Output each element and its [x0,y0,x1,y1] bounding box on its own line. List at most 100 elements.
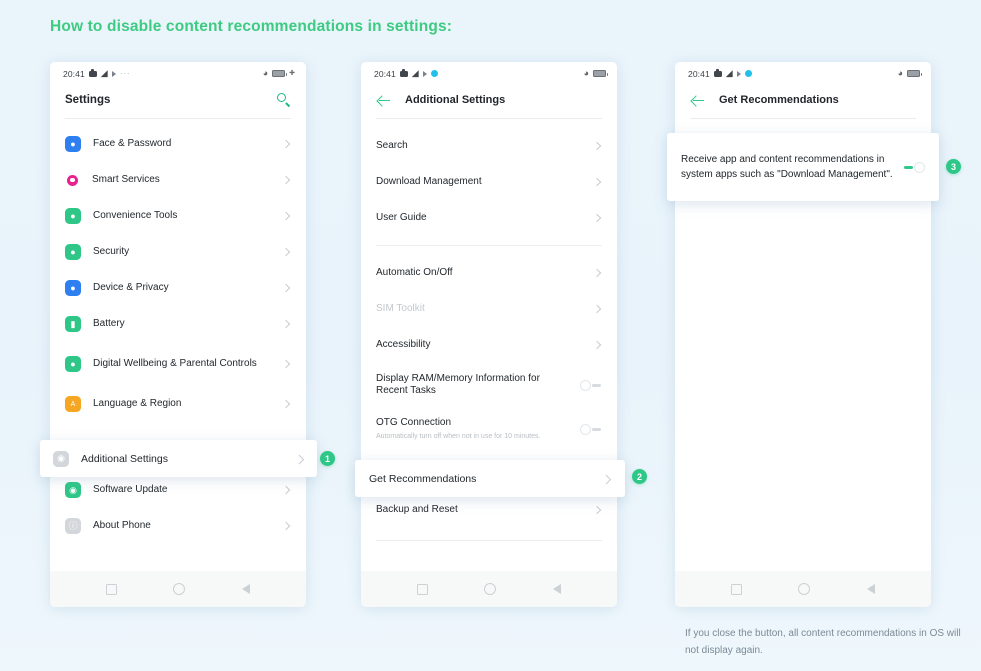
notification-dot-icon [430,70,438,77]
chevron-right-icon [282,140,291,149]
highlight-recommendations-description[interactable]: Receive app and content recommendations … [667,133,939,201]
settings-row-smart-services[interactable]: Smart Services [50,162,306,198]
app-bar-additional-settings: Additional Settings [361,82,617,118]
vibrate-icon: ◕ [262,68,269,78]
home-circle-icon[interactable] [798,583,811,595]
get-recommendations-toggle[interactable] [903,161,925,173]
chevron-right-icon [593,214,602,223]
settings-row-digital-wellbeing[interactable]: ● Digital Wellbeing & Parental Controls [50,342,306,386]
chevron-right-icon [282,522,291,531]
status-bar-clock: 20:41 [688,68,710,79]
page-title: How to disable content recommendations i… [50,18,453,35]
digital-wellbeing-icon: ● [65,356,81,372]
chevron-right-icon [282,212,291,221]
chevron-right-icon [593,269,602,278]
row-backup-and-reset[interactable]: Backup and Reset [361,492,617,528]
row-label: Search [376,139,408,151]
chevron-right-icon [282,400,291,409]
face-password-icon: ● [65,136,81,152]
chevron-right-icon [282,248,291,257]
status-bar: 20:41 ◢ ◕ [675,62,931,82]
step-badge-3: 3 [946,159,961,174]
row-label: About Phone [93,519,151,531]
vibrate-icon: ◕ [583,68,589,78]
row-download-management[interactable]: Download Management [361,164,617,200]
row-label: Automatic On/Off [376,266,453,278]
status-bar-clock: 20:41 [63,68,85,79]
chevron-right-icon [282,486,291,495]
status-bar: 20:41 ◢ ··· ◕ ✚ [50,62,306,82]
android-nav-bar [361,571,617,607]
camera-icon [399,69,408,77]
recents-square-icon[interactable] [731,583,743,595]
row-display-ram-memory[interactable]: Display RAM/Memory Information for Recen… [361,363,617,407]
chevron-right-icon [282,284,291,293]
row-label: Accessibility [376,338,431,350]
language-region-icon: A [65,396,81,412]
device-privacy-icon: ● [65,280,81,296]
settings-row-device-privacy[interactable]: ● Device & Privacy [50,270,306,306]
back-arrow-icon[interactable] [376,93,391,108]
security-shield-icon: ● [65,244,81,260]
camera-icon [713,69,722,77]
chevron-right-icon [593,142,602,151]
recents-square-icon[interactable] [106,583,118,595]
app-bar-title: Settings [65,94,111,106]
row-automatic-on-off[interactable]: Automatic On/Off [361,255,617,291]
row-label: Device & Privacy [93,281,169,293]
row-label: Language & Region [93,397,182,409]
row-otg-connection[interactable]: OTG Connection Automatically turn off wh… [361,407,617,451]
android-nav-bar [50,571,306,607]
row-label: SIM Toolkit [376,302,425,314]
settings-row-battery[interactable]: ▮ Battery [50,306,306,342]
row-label: Battery [93,317,125,329]
highlight-additional-settings[interactable]: ◉ Additional Settings [40,440,317,477]
recents-square-icon[interactable] [417,583,429,595]
settings-row-convenience-tools[interactable]: ● Convenience Tools [50,198,306,234]
row-accessibility[interactable]: Accessibility [361,327,617,363]
row-label: Display RAM/Memory Information for Recen… [376,372,540,397]
chevron-right-icon [295,454,304,463]
notification-dot-icon [744,70,752,77]
settings-row-about-phone[interactable]: ⓘ About Phone [50,508,306,544]
row-label: User Guide [376,211,427,223]
convenience-tools-icon: ● [65,208,81,224]
search-icon[interactable] [277,93,291,107]
app-bar-settings: Settings [50,82,306,118]
divider [690,118,916,119]
row-label: Security [93,245,130,257]
back-triangle-icon[interactable] [552,584,561,594]
row-sublabel: Automatically turn off when not in use f… [376,432,541,440]
row-label: Smart Services [92,173,160,185]
android-nav-bar [675,571,931,607]
display-ram-toggle[interactable] [580,379,602,391]
back-triangle-icon[interactable] [241,584,250,594]
row-sim-toolkit[interactable]: SIM Toolkit [361,291,617,327]
row-search[interactable]: Search [361,128,617,164]
additional-settings-icon: ◉ [53,450,69,467]
otg-connection-toggle[interactable] [580,423,602,435]
home-circle-icon[interactable] [173,583,186,595]
battery-icon [272,70,288,77]
app-bar-get-recommendations: Get Recommendations [675,82,931,118]
home-circle-icon[interactable] [484,583,497,595]
battery-icon [907,70,922,77]
vibrate-icon: ◕ [897,68,903,78]
row-label: OTG Connection [376,417,452,429]
wifi-icon: ◢ [725,68,733,78]
settings-row-software-update[interactable]: ◉ Software Update [50,472,306,508]
more-dots-icon: ··· [119,68,131,78]
play-icon [736,70,741,77]
settings-row-face-password[interactable]: ● Face & Password [50,126,306,162]
highlight-get-recommendations[interactable]: Get Recommendations [355,460,625,497]
status-bar-clock: 20:41 [374,68,396,79]
settings-row-language-region[interactable]: A Language & Region [50,386,306,422]
settings-row-security[interactable]: ● Security [50,234,306,270]
phone-screen-settings: 20:41 ◢ ··· ◕ ✚ Settings ● Face & Passwo… [50,62,306,607]
back-arrow-icon[interactable] [690,93,705,108]
highlight-label: Additional Settings [81,452,168,465]
back-triangle-icon[interactable] [866,584,875,594]
battery-settings-icon: ▮ [65,316,81,332]
play-icon [111,70,116,77]
row-user-guide[interactable]: User Guide [361,200,617,236]
